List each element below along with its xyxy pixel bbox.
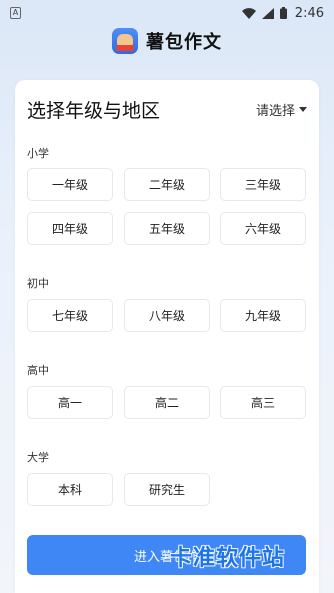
grade-button[interactable]: 四年级 [27, 212, 113, 245]
wifi-icon [241, 7, 256, 19]
card-title: 选择年级与地区 [27, 99, 161, 122]
grade-button[interactable]: 九年级 [220, 299, 306, 332]
grade-button[interactable]: 七年级 [27, 299, 113, 332]
watermark: 卡准软件站 [170, 546, 286, 571]
region-select[interactable]: 请选择 [256, 100, 307, 119]
section-label-university: 大学 [27, 451, 49, 464]
grade-button[interactable]: 六年级 [220, 212, 306, 245]
grade-button[interactable]: 高二 [124, 386, 210, 419]
battery-icon [279, 7, 287, 19]
grade-button[interactable]: 研究生 [124, 473, 210, 506]
grade-button[interactable]: 三年级 [220, 168, 306, 201]
app-header: 薯包作文 [0, 26, 334, 56]
grade-button[interactable]: 高一 [27, 386, 113, 419]
region-select-label: 请选择 [255, 103, 295, 119]
sim-icon: A [10, 7, 21, 19]
grade-button[interactable]: 二年级 [124, 168, 210, 201]
status-bar: A 2:46 [0, 0, 334, 26]
section-label-primary: 小学 [27, 147, 49, 160]
card-header: 选择年级与地区 请选择 [27, 94, 307, 124]
grade-region-card: 选择年级与地区 请选择 小学 一年级 二年级 三年级 四年级 五年级 六年级 初… [15, 80, 319, 593]
app-title: 薯包作文 [146, 32, 222, 53]
grade-button[interactable]: 高三 [220, 386, 306, 419]
section-label-high: 高中 [27, 364, 49, 377]
caret-down-icon [299, 106, 307, 112]
section-label-middle: 初中 [27, 277, 49, 290]
signal-icon [261, 7, 274, 19]
grade-button[interactable]: 一年级 [27, 168, 113, 201]
clock: 2:46 [294, 5, 324, 21]
grade-button[interactable]: 八年级 [124, 299, 210, 332]
grade-button[interactable]: 本科 [27, 473, 113, 506]
grade-button[interactable]: 五年级 [124, 212, 210, 245]
app-logo-icon [112, 28, 138, 54]
